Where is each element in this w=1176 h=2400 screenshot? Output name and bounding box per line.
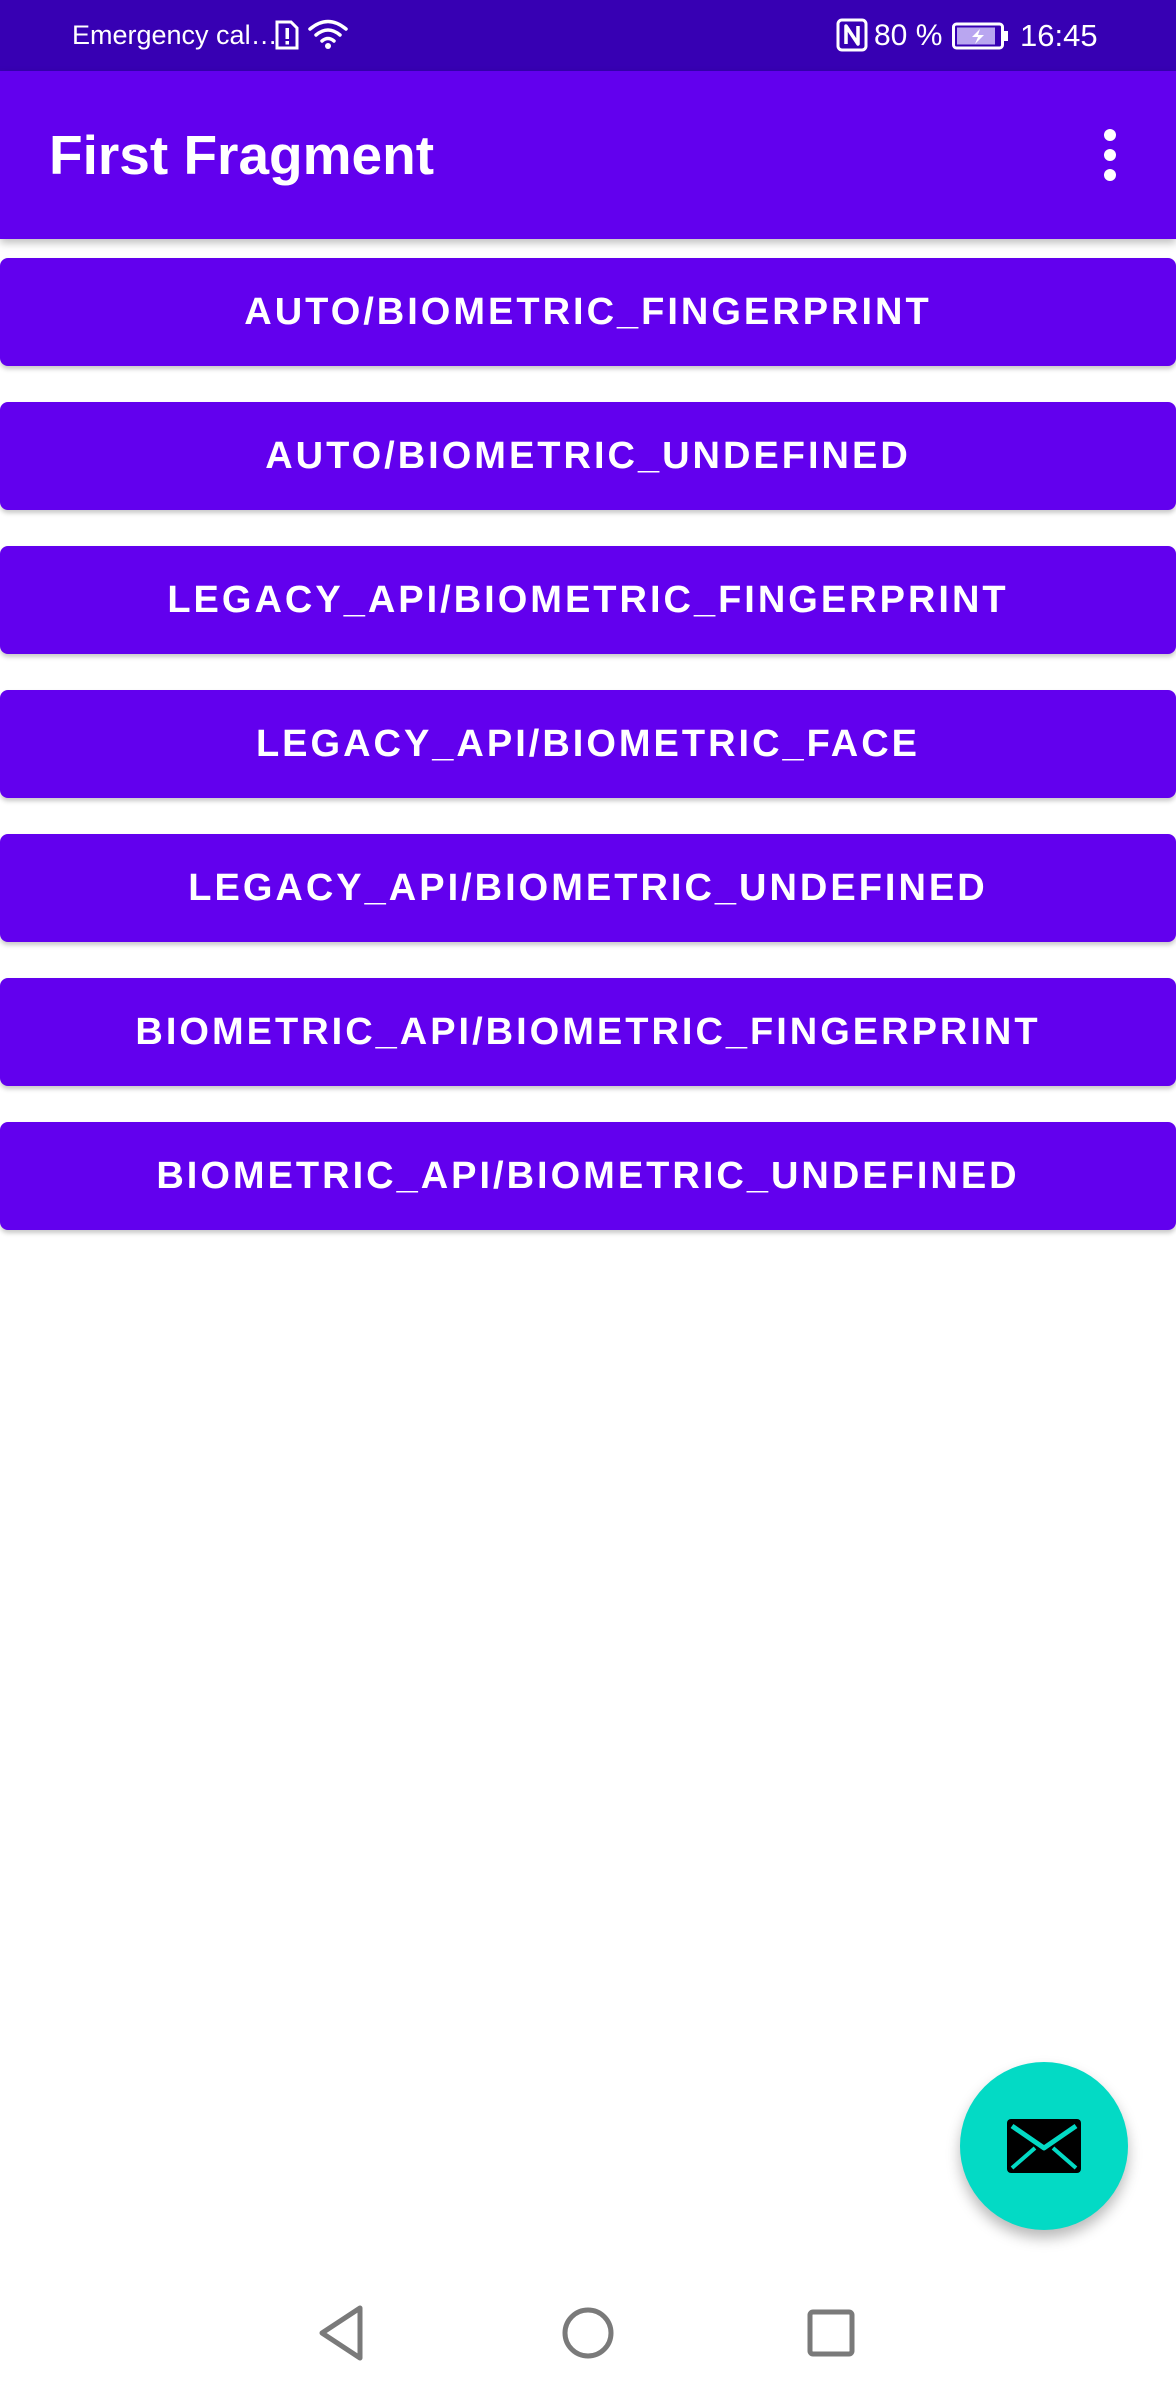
- page-title: First Fragment: [49, 124, 435, 186]
- nfc-icon: [836, 18, 868, 52]
- battery-percentage: 80 %: [874, 19, 943, 52]
- biometric-api-biometric-fingerprint-button[interactable]: BIOMETRIC_API/BIOMETRIC_FINGERPRINT: [0, 978, 1176, 1086]
- back-icon[interactable]: [298, 2288, 388, 2378]
- battery-charging-icon: [952, 22, 1010, 50]
- wifi-icon: [308, 18, 348, 50]
- navigation-bar: [0, 2268, 1176, 2400]
- more-vert-icon[interactable]: [1080, 125, 1140, 185]
- legacy-api-biometric-face-button[interactable]: LEGACY_API/BIOMETRIC_FACE: [0, 690, 1176, 798]
- email-icon: [1007, 2119, 1081, 2173]
- email-fab-button[interactable]: [960, 2062, 1128, 2230]
- home-icon[interactable]: [543, 2288, 633, 2378]
- biometric-api-biometric-undefined-button[interactable]: BIOMETRIC_API/BIOMETRIC_UNDEFINED: [0, 1122, 1176, 1230]
- recents-icon[interactable]: [786, 2288, 876, 2378]
- app-bar: First Fragment: [0, 71, 1176, 239]
- status-bar: Emergency cal… 80 % 16:45: [0, 0, 1176, 71]
- button-list: AUTO/BIOMETRIC_FINGERPRINT AUTO/BIOMETRI…: [0, 258, 1176, 1266]
- carrier-label: Emergency cal…: [72, 20, 278, 50]
- auto-biometric-undefined-button[interactable]: AUTO/BIOMETRIC_UNDEFINED: [0, 402, 1176, 510]
- clock: 16:45: [1020, 18, 1098, 53]
- legacy-api-biometric-fingerprint-button[interactable]: LEGACY_API/BIOMETRIC_FINGERPRINT: [0, 546, 1176, 654]
- auto-biometric-fingerprint-button[interactable]: AUTO/BIOMETRIC_FINGERPRINT: [0, 258, 1176, 366]
- sim-alert-icon: [274, 20, 300, 50]
- legacy-api-biometric-undefined-button[interactable]: LEGACY_API/BIOMETRIC_UNDEFINED: [0, 834, 1176, 942]
